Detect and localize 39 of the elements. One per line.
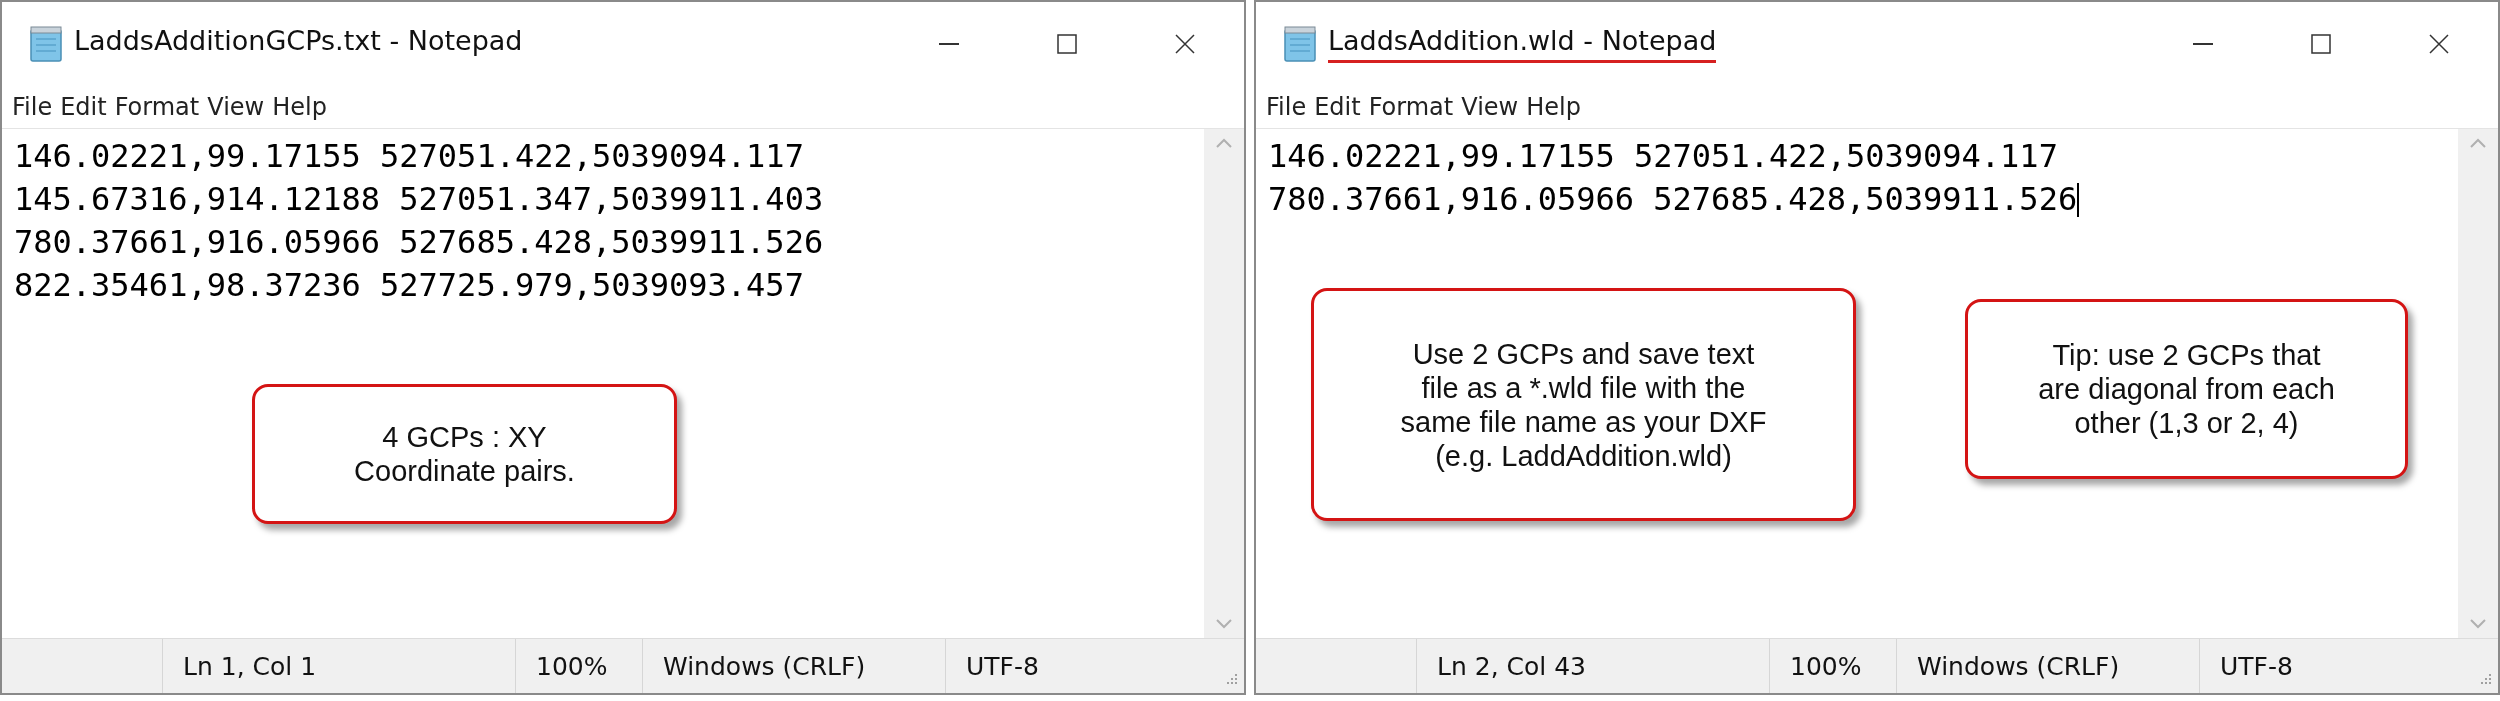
menu-item[interactable]: Edit xyxy=(60,93,107,121)
status-item: Ln 2, Col 43 xyxy=(1416,639,1769,693)
close-icon[interactable] xyxy=(1175,34,1195,54)
notepad-icon xyxy=(1282,25,1318,63)
status-item: Windows (CRLF) xyxy=(1896,639,2199,693)
scroll-down-icon[interactable] xyxy=(1215,618,1233,630)
text-line: 146.02221,99.17155 527051.422,5039094.117 xyxy=(1268,136,2058,177)
maximize-icon[interactable] xyxy=(1057,34,1077,54)
text-line: 822.35461,98.37236 527725.979,5039093.457 xyxy=(14,265,804,306)
menu-item[interactable]: View xyxy=(1461,93,1519,121)
text-line: 146.02221,99.17155 527051.422,5039094.117 xyxy=(14,136,804,177)
menu-item[interactable]: File xyxy=(12,93,53,121)
maximize-icon[interactable] xyxy=(2311,34,2331,54)
callout: Tip: use 2 GCPs that are diagonal from each other (1,3 or 2, 4) xyxy=(1965,299,2408,479)
status-item: Ln 1, Col 1 xyxy=(162,639,515,693)
text-line: 780.37661,916.05966 527685.428,5039911.526 xyxy=(1268,179,2078,220)
callout: 4 GCPs : XY Coordinate pairs. xyxy=(252,384,677,524)
menu-item[interactable]: View xyxy=(207,93,265,121)
scroll-down-icon[interactable] xyxy=(2469,618,2487,630)
status-item: Windows (CRLF) xyxy=(642,639,945,693)
menu-item[interactable]: Help xyxy=(1526,93,1581,121)
menu-item[interactable]: Format xyxy=(114,93,200,121)
menu-item[interactable]: Format xyxy=(1368,93,1454,121)
menu-item[interactable]: File xyxy=(1266,93,1307,121)
scroll-up-icon[interactable] xyxy=(1215,137,1233,149)
status-item: 100% xyxy=(515,639,642,693)
status-item: UTF-8 xyxy=(2199,639,2461,693)
menu-item[interactable]: Help xyxy=(272,93,327,121)
window-title: LaddsAddition.wld - Notepad xyxy=(1328,25,1717,63)
status-item: UTF-8 xyxy=(945,639,1207,693)
text-line: 145.67316,914.12188 527051.347,5039911.403 xyxy=(14,179,824,220)
callout: Use 2 GCPs and save text file as a *.wld file with the same file name as your DXF (e.g. LaddAddition.wld) xyxy=(1311,288,1856,521)
menu-item[interactable]: Edit xyxy=(1314,93,1361,121)
text-line: 780.37661,916.05966 527685.428,5039911.526 xyxy=(14,222,824,263)
status-item: 100% xyxy=(1769,639,1896,693)
scroll-up-icon[interactable] xyxy=(2469,137,2487,149)
window-title: LaddsAdditionGCPs.txt - Notepad xyxy=(74,25,523,58)
notepad-icon xyxy=(28,25,64,63)
close-icon[interactable] xyxy=(2429,34,2449,54)
